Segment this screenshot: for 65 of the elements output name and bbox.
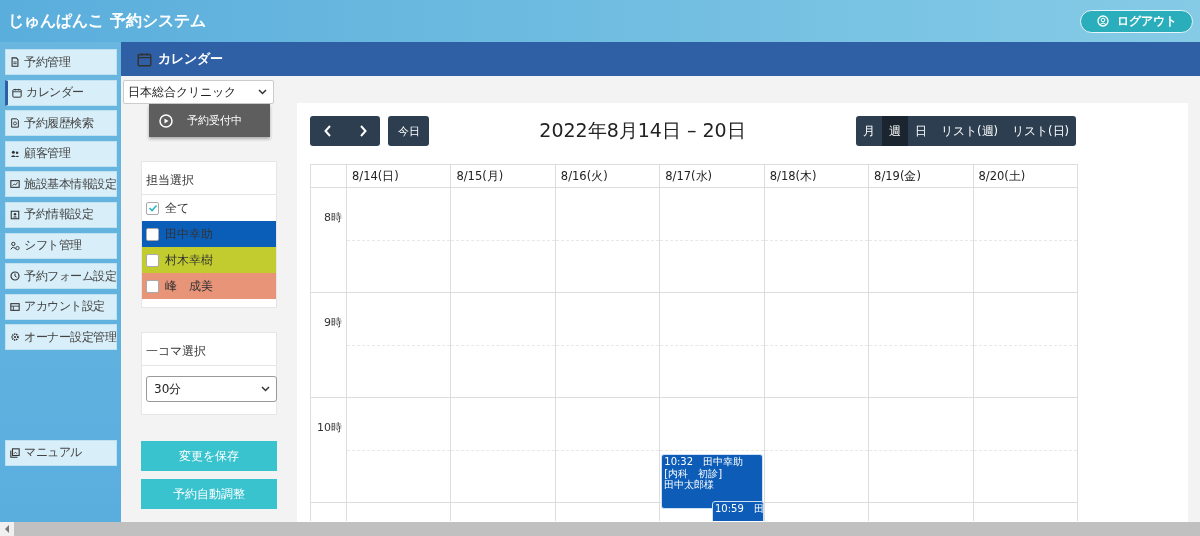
panel-title: 担当選択 (146, 173, 194, 187)
horizontal-scrollbar[interactable] (0, 522, 1200, 536)
hour-label: 8時 (324, 211, 342, 224)
view-tab[interactable]: 日 (908, 116, 935, 146)
sidebar-item[interactable]: 施設基本情報設定 (5, 171, 117, 198)
badge-icon (10, 209, 20, 220)
caret-icon (261, 386, 270, 392)
date-range-title: 2022年8月14日 – 20日 (538, 118, 747, 143)
next-button[interactable] (345, 116, 380, 146)
page-title: カレンダー (158, 50, 223, 68)
day-header: 8/19(金) (869, 165, 974, 187)
sidebar-item[interactable]: アカウント設定 (5, 293, 117, 320)
sidebar-item[interactable]: カレンダー (5, 79, 117, 106)
view-tab[interactable]: 週 (882, 116, 909, 146)
sidebar-item[interactable]: 予約情報設定 (5, 201, 117, 228)
staff-row[interactable]: 峰 成美 (142, 273, 276, 299)
staff-label: 田中幸助 (165, 226, 213, 242)
day-header: 8/16(火) (555, 165, 661, 187)
sidebar-item[interactable]: 予約フォーム設定 (5, 263, 117, 290)
search-doc-icon (10, 118, 20, 129)
day-header: 8/15(月) (451, 165, 556, 187)
calendar-icon (137, 51, 152, 67)
calendar-icon (12, 87, 22, 98)
checkbox[interactable] (146, 201, 159, 215)
staff-label: 峰 成美 (165, 278, 213, 294)
checkbox[interactable] (146, 253, 159, 267)
doc-icon (10, 57, 20, 67)
app-title: じゅんぱんこ 予約システム (8, 10, 206, 32)
user-icon (1096, 15, 1109, 27)
day-header: 8/20(土) (977, 167, 1027, 185)
chevron-left-icon (323, 125, 332, 137)
clinic-select[interactable]: 日本総合クリニック (123, 80, 274, 104)
prev-button[interactable] (310, 116, 345, 146)
sidebar-item[interactable]: 予約履歴検索 (5, 110, 117, 137)
reception-button[interactable]: 予約受付中 (149, 104, 270, 137)
caret-icon (258, 89, 267, 95)
hour-label: 10時 (317, 421, 342, 434)
today-button[interactable]: 今日 (388, 116, 429, 146)
hour-label: 9時 (324, 316, 342, 329)
day-header: 8/14(日) (347, 165, 452, 187)
checkbox[interactable] (146, 227, 159, 241)
sidebar-item[interactable]: シフト管理 (5, 232, 117, 259)
appointment-event[interactable]: 10:59 田 (711, 501, 764, 521)
chart-icon (10, 179, 20, 190)
sidebar-item[interactable]: 顧客管理 (5, 140, 117, 167)
view-tab[interactable]: 月 (856, 116, 883, 146)
view-tab[interactable]: リスト(日) (1005, 116, 1076, 146)
checkbox[interactable] (146, 279, 159, 293)
panel-title: 一コマ選択 (146, 344, 206, 358)
sidebar-item[interactable]: 予約管理 (5, 49, 117, 75)
view-tab[interactable]: リスト(週) (934, 116, 1005, 146)
day-header: 8/18(木) (764, 165, 870, 187)
play-icon (159, 113, 173, 128)
day-header: 8/17(水) (660, 165, 765, 187)
staff-label: 村木幸樹 (165, 252, 213, 268)
scroll-left-icon (4, 525, 10, 533)
slot-select[interactable]: 30分 (146, 376, 277, 402)
people-icon (10, 148, 20, 159)
sidebar-item[interactable]: オーナー設定管理 (5, 324, 117, 351)
chevron-right-icon (358, 125, 367, 137)
sidebar-item[interactable]: マニュアル (5, 439, 117, 466)
staff-row[interactable]: 村木幸樹 (142, 247, 276, 273)
card-icon (10, 301, 20, 312)
staff-label: 全て (165, 200, 189, 216)
clock-icon (10, 271, 20, 282)
